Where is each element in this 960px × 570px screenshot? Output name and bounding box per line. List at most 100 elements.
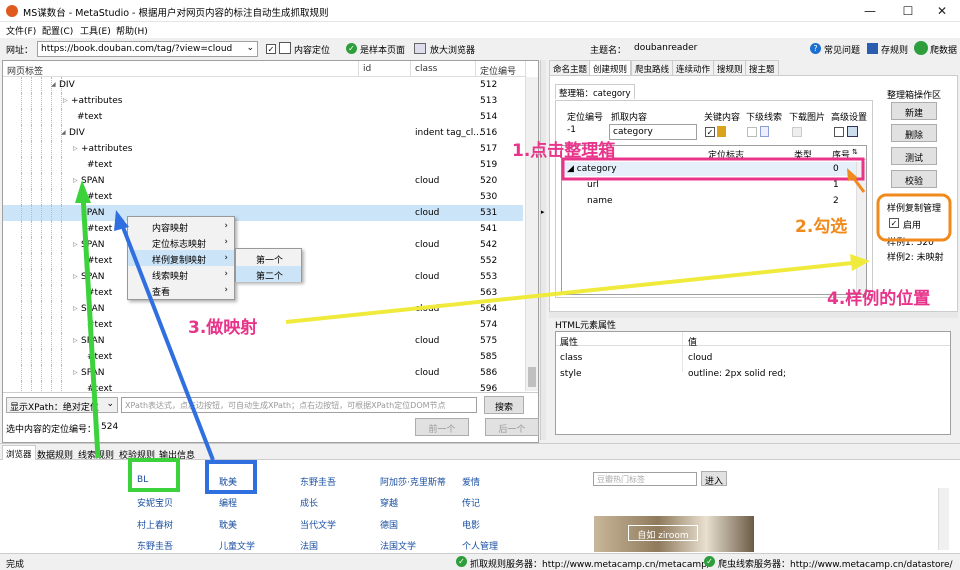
menu-item-clue-map[interactable]: 线索映射 ›	[128, 266, 234, 282]
tree-row[interactable]: ▷ +attributes 513	[3, 93, 523, 109]
tag-link[interactable]: 爱情	[462, 475, 480, 488]
next-button[interactable]: 后一个	[485, 418, 539, 436]
faq-button[interactable]: 常见问题	[824, 43, 860, 56]
tag-link[interactable]: 编程	[219, 496, 237, 509]
tag-link[interactable]: 耽美	[219, 518, 237, 531]
menu-file[interactable]: 文件(F)	[6, 24, 36, 37]
crawl-button[interactable]: 爬数据	[930, 43, 957, 56]
menu-item-sample-copy-map[interactable]: 样例复制映射 ›	[128, 250, 234, 266]
tag-link[interactable]: 德国	[380, 518, 398, 531]
tab-clue-rules[interactable]: 线索规则	[78, 448, 114, 461]
tree-row[interactable]: #text 530	[3, 189, 523, 205]
chevron-down-icon[interactable]: ⌄	[106, 399, 114, 409]
tree-row[interactable]: ▷ SPAN cloud 575	[3, 333, 523, 349]
tree-row[interactable]: #text 519	[3, 157, 523, 173]
tab-output[interactable]: 输出信息	[159, 448, 195, 461]
tree-row[interactable]: SPAN cloud 531	[3, 205, 523, 221]
content-locate-checkbox[interactable]: ✓	[266, 44, 276, 54]
enter-button[interactable]: 进入	[701, 471, 727, 487]
tag-link[interactable]: 成长	[300, 496, 318, 509]
tree-scrollbar[interactable]	[525, 77, 538, 391]
tag-link[interactable]: 法国	[300, 539, 318, 552]
tag-link[interactable]: 传记	[462, 496, 480, 509]
browser-scrollbar[interactable]	[938, 488, 949, 550]
tab-crawler-route[interactable]: 爬虫路线	[631, 60, 674, 75]
tab-create-rule[interactable]: 创建规则	[589, 60, 632, 75]
chevron-down-icon[interactable]: ⌄	[246, 43, 254, 53]
tree-item-category[interactable]: ◢ category 0	[563, 162, 865, 176]
tag-link[interactable]: 耽美	[219, 475, 237, 488]
column-header-class[interactable]: class	[411, 61, 476, 77]
menu-item-content-map[interactable]: 内容映射 ›	[128, 218, 234, 234]
tree-row[interactable]: ▷ SPAN cloud 520	[3, 173, 523, 189]
tag-link[interactable]: 东野圭吾	[137, 539, 173, 552]
column-header-position[interactable]: 定位编号	[476, 61, 526, 77]
advanced-checkbox[interactable]	[834, 127, 844, 137]
tree-row[interactable]: ▷ SPAN cloud 586	[3, 365, 523, 381]
maximize-button[interactable]: ☐	[890, 0, 926, 22]
tab-search-topic[interactable]: 搜主题	[745, 60, 779, 75]
minimize-button[interactable]: —	[852, 0, 888, 22]
panel-splitter[interactable]: ▸	[540, 60, 546, 440]
menu-item-view[interactable]: 查看 ›	[128, 282, 234, 298]
tree-row[interactable]: ◢ DIV 512	[3, 77, 523, 93]
expand-icon[interactable]: ▷	[73, 177, 78, 184]
mapping-scrollbar[interactable]	[856, 162, 866, 294]
enable-checkbox[interactable]: ✓	[889, 218, 899, 228]
expand-icon[interactable]: ▷	[73, 145, 78, 152]
tag-link[interactable]: 儿童文学	[219, 539, 255, 552]
menu-tools[interactable]: 工具(E)	[80, 24, 111, 37]
key-content-checkbox[interactable]: ✓	[705, 127, 715, 137]
prev-button[interactable]: 前一个	[415, 418, 469, 436]
tag-search-input[interactable]: 豆瓣热门标签	[593, 472, 697, 486]
tab-verify-rules[interactable]: 校验规则	[119, 448, 155, 461]
close-button[interactable]: ✕	[924, 0, 960, 22]
column-header-id[interactable]: id	[359, 61, 411, 77]
tag-link[interactable]: 穿越	[380, 496, 398, 509]
save-rule-button[interactable]: 存规则	[881, 43, 908, 56]
xpath-input[interactable]: XPath表达式，点左边按钮，可自动生成XPath；点右边按钮，可根据XPath…	[121, 397, 477, 413]
content-name-input[interactable]: category	[609, 124, 697, 140]
tree-row[interactable]: #text 514	[3, 109, 523, 125]
tag-link[interactable]: 村上春树	[137, 518, 173, 531]
tag-link[interactable]: 电影	[462, 518, 480, 531]
expand-icon[interactable]: ▷	[73, 241, 78, 248]
url-input[interactable]: https://book.douban.com/tag/?view=cloud ⌄	[37, 41, 258, 57]
column-header-tag[interactable]: 网页标签	[3, 61, 359, 77]
tree-item-name[interactable]: name 2	[563, 194, 865, 208]
tree-row[interactable]: #text 596	[3, 381, 523, 391]
expand-icon[interactable]: ◢	[61, 129, 66, 136]
tag-link[interactable]: BL	[137, 475, 148, 485]
menu-help[interactable]: 帮助(H)	[116, 24, 148, 37]
sample-page-button[interactable]: 是样本页面	[360, 43, 405, 56]
expand-icon[interactable]: ▷	[73, 369, 78, 376]
tag-link[interactable]: 安妮宝贝	[137, 496, 173, 509]
tree-item-url[interactable]: url 1	[563, 178, 865, 192]
clue-checkbox[interactable]	[747, 127, 757, 137]
tab-name-topic[interactable]: 命名主题	[549, 60, 592, 75]
new-button[interactable]: 新建	[891, 102, 937, 120]
tag-link[interactable]: 阿加莎·克里斯蒂	[380, 475, 446, 488]
ad-banner[interactable]: 自如 ziroom	[594, 516, 754, 552]
menu-item-locator-map[interactable]: 定位标志映射 ›	[128, 234, 234, 250]
tree-row[interactable]: ▷ +attributes 517	[3, 141, 523, 157]
verify-button[interactable]: 校验	[891, 170, 937, 188]
tab-search-rule[interactable]: 搜规则	[713, 60, 747, 75]
zoom-browser-button[interactable]: 放大浏览器	[430, 43, 475, 56]
tag-link[interactable]: 东野圭吾	[300, 475, 336, 488]
organize-box-title[interactable]: 整理箱：category	[555, 84, 635, 99]
tag-link[interactable]: 当代文学	[300, 518, 336, 531]
tab-data-rules[interactable]: 数据规则	[37, 448, 73, 461]
download-img-checkbox[interactable]	[792, 127, 802, 137]
search-button[interactable]: 搜索	[484, 396, 524, 414]
delete-button[interactable]: 删除	[891, 124, 937, 142]
menu-config[interactable]: 配置(C)	[42, 24, 73, 37]
tree-row[interactable]: #text 541	[3, 221, 523, 237]
expand-icon[interactable]: ▷	[73, 305, 78, 312]
submenu-first[interactable]: 第一个	[236, 250, 301, 266]
expand-icon[interactable]: ▷	[63, 97, 68, 104]
test-button[interactable]: 测试	[891, 147, 937, 165]
expand-icon[interactable]: ◢	[51, 81, 56, 88]
tag-link[interactable]: 法国文学	[380, 539, 416, 552]
expand-icon[interactable]: ▷	[73, 273, 78, 280]
